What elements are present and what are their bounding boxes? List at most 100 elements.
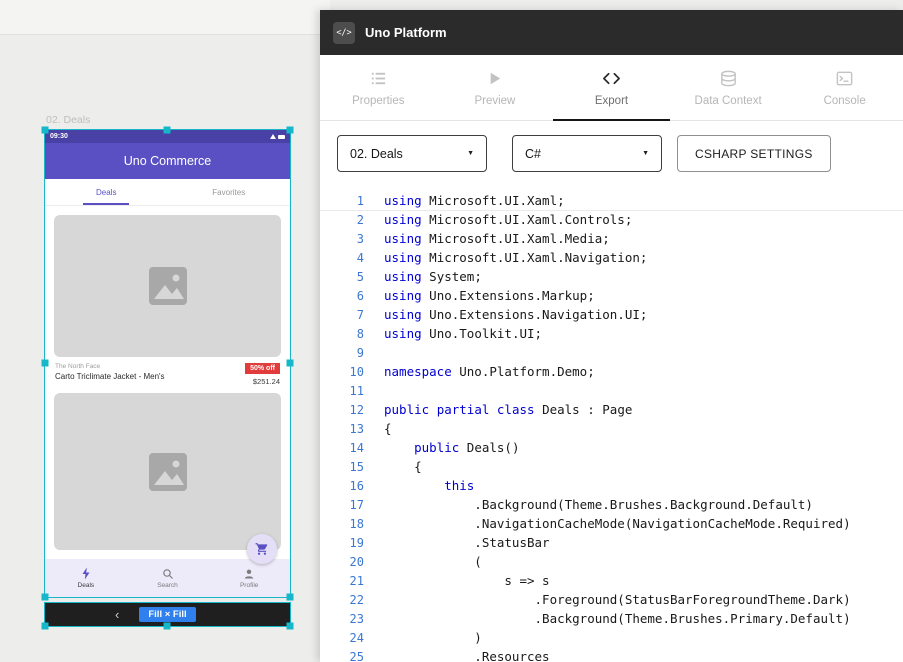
image-placeholder-icon <box>145 449 191 495</box>
line-number: 13 <box>320 422 384 436</box>
code-line: 20 ( <box>320 552 903 571</box>
tab-data-context-label: Data Context <box>695 95 762 107</box>
product-pricing: 50% off $251.24 <box>245 363 280 386</box>
code-line: 10namespace Uno.Platform.Demo; <box>320 362 903 381</box>
code-icon <box>602 69 621 88</box>
selection-handle[interactable] <box>164 623 171 630</box>
tab-properties[interactable]: Properties <box>320 55 437 120</box>
code-editor[interactable]: 1using Microsoft.UI.Xaml;2using Microsof… <box>320 186 903 662</box>
tab-console[interactable]: Console <box>786 55 903 120</box>
code-line: 21 s => s <box>320 571 903 590</box>
tab-favorites-label: Favorites <box>212 188 245 197</box>
code-text: using System; <box>384 269 482 284</box>
selection-handle[interactable] <box>287 594 294 601</box>
tab-favorites[interactable]: Favorites <box>168 179 291 205</box>
fill-badge[interactable]: Fill × Fill <box>139 607 195 622</box>
nav-item-search[interactable]: Search <box>127 559 209 597</box>
tab-deals[interactable]: Deals <box>45 179 168 205</box>
code-text: .Background(Theme.Brushes.Background.Def… <box>384 497 813 512</box>
selection-handle[interactable] <box>287 127 294 134</box>
language-dropdown[interactable]: C# ▼ <box>512 135 662 172</box>
selection-handle[interactable] <box>164 127 171 134</box>
selection-handle[interactable] <box>42 623 49 630</box>
phone-bottom-nav: Deals Search Profile <box>45 559 290 597</box>
code-text: ) <box>384 630 482 645</box>
line-number: 23 <box>320 612 384 626</box>
wifi-icon <box>270 134 276 139</box>
page-dropdown[interactable]: 02. Deals ▼ <box>337 135 487 172</box>
code-text: .Background(Theme.Brushes.Primary.Defaul… <box>384 611 851 626</box>
code-text: using Microsoft.UI.Xaml; <box>384 193 565 208</box>
line-number: 15 <box>320 460 384 474</box>
uno-logo-icon: </> <box>333 22 355 44</box>
code-line: 15 { <box>320 457 903 476</box>
nav-item-profile[interactable]: Profile <box>208 559 290 597</box>
code-text: using Uno.Toolkit.UI; <box>384 326 542 341</box>
code-text: public Deals() <box>384 440 519 455</box>
artboard-label[interactable]: 02. Deals <box>46 114 90 126</box>
product-image-placeholder-2[interactable] <box>54 393 281 550</box>
selection-handle[interactable] <box>287 623 294 630</box>
panel-tab-bar: Properties Preview Export Data Context <box>320 55 903 121</box>
phone-app-bar: Uno Commerce <box>45 143 290 179</box>
code-line: 16 this <box>320 476 903 495</box>
phone-frame[interactable]: 09:30 Uno Commerce Deals Favorites <box>45 130 290 597</box>
line-number: 6 <box>320 289 384 303</box>
code-line: 9 <box>320 343 903 362</box>
canvas-top-strip <box>0 0 330 35</box>
uno-platform-panel: </> Uno Platform Properties Preview <box>320 10 903 662</box>
product-name: Carto Triclimate Jacket - Men's <box>55 372 165 381</box>
nav-item-deals[interactable]: Deals <box>45 559 127 597</box>
product-brand: The North Face <box>55 363 165 370</box>
line-number: 14 <box>320 441 384 455</box>
code-text: .StatusBar <box>384 535 550 550</box>
tab-export-label: Export <box>595 95 628 107</box>
list-icon <box>369 69 388 88</box>
database-icon <box>719 69 738 88</box>
line-number: 9 <box>320 346 384 360</box>
line-number: 22 <box>320 593 384 607</box>
artboard-deals[interactable]: 02. Deals 09:30 Uno Commerce Deals Favor… <box>45 130 290 626</box>
code-line: 2using Microsoft.UI.Xaml.Controls; <box>320 210 903 229</box>
image-placeholder-icon <box>145 263 191 309</box>
code-line: 13{ <box>320 419 903 438</box>
chevron-down-icon: ▼ <box>467 150 474 157</box>
line-number: 20 <box>320 555 384 569</box>
back-chevron-icon[interactable]: ‹ <box>115 608 119 621</box>
code-text: using Microsoft.UI.Xaml.Media; <box>384 231 610 246</box>
language-dropdown-value: C# <box>525 147 541 161</box>
line-number: 1 <box>320 194 384 208</box>
code-text: .Resources <box>384 649 550 662</box>
nav-profile-label: Profile <box>240 582 258 589</box>
line-number: 5 <box>320 270 384 284</box>
code-text: { <box>384 459 422 474</box>
line-number: 10 <box>320 365 384 379</box>
tab-export[interactable]: Export <box>553 55 670 120</box>
selection-handle[interactable] <box>287 360 294 367</box>
magnifier-icon <box>162 568 174 580</box>
tab-preview-label: Preview <box>474 95 515 107</box>
tab-data-context[interactable]: Data Context <box>670 55 787 120</box>
code-line: 22 .Foreground(StatusBarForegroundTheme.… <box>320 590 903 609</box>
page-dropdown-value: 02. Deals <box>350 147 403 161</box>
code-line: 6using Uno.Extensions.Markup; <box>320 286 903 305</box>
selection-handle[interactable] <box>42 127 49 134</box>
nav-deals-label: Deals <box>78 582 95 589</box>
line-number: 8 <box>320 327 384 341</box>
code-text: using Microsoft.UI.Xaml.Navigation; <box>384 250 647 265</box>
panel-header: </> Uno Platform <box>320 10 903 55</box>
code-line: 7using Uno.Extensions.Navigation.UI; <box>320 305 903 324</box>
selection-handle[interactable] <box>42 594 49 601</box>
selection-handle[interactable] <box>42 360 49 367</box>
line-number: 17 <box>320 498 384 512</box>
terminal-icon <box>835 69 854 88</box>
code-text: { <box>384 421 392 436</box>
product-image-placeholder[interactable] <box>54 215 281 357</box>
cart-fab[interactable] <box>247 534 277 564</box>
csharp-settings-button[interactable]: CSHARP SETTINGS <box>677 135 831 172</box>
code-text: public partial class Deals : Page <box>384 402 632 417</box>
code-line: 1using Microsoft.UI.Xaml; <box>320 191 903 210</box>
discount-badge: 50% off <box>245 363 280 374</box>
status-time: 09:30 <box>50 133 68 140</box>
tab-preview[interactable]: Preview <box>437 55 554 120</box>
